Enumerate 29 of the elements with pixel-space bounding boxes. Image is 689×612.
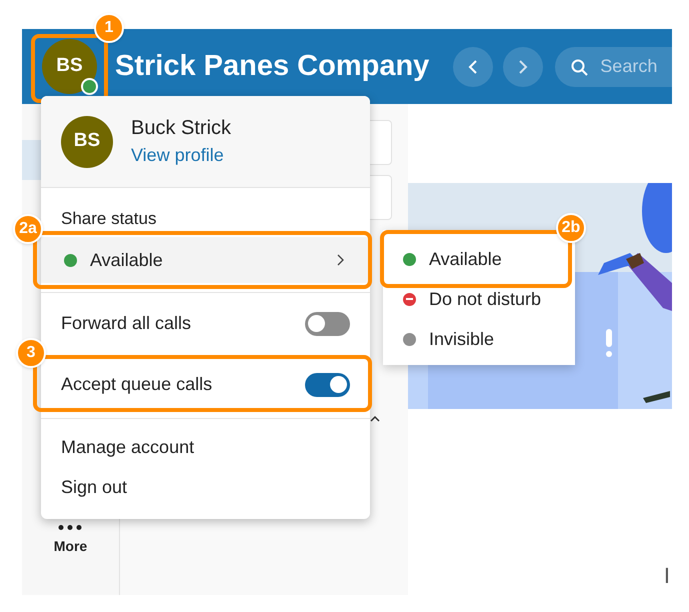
status-option[interactable]: Do not disturb	[383, 279, 575, 319]
status-menu-item[interactable]: Available	[41, 237, 370, 284]
nav-highlight	[22, 140, 41, 180]
section-heading: Share status	[61, 208, 158, 230]
chevron-right-icon	[518, 58, 528, 74]
user-avatar: BS	[61, 116, 113, 168]
user-name: Buck Strick	[131, 116, 232, 142]
toggle-switch[interactable]	[305, 372, 350, 397]
menu-item[interactable]: Manage account	[41, 427, 370, 468]
more-button[interactable]: More	[54, 525, 88, 557]
back-button[interactable]	[453, 46, 494, 86]
view-profile-link[interactable]: View profile	[131, 144, 232, 167]
search-icon	[571, 58, 588, 76]
toggle-label: Accept queue calls	[61, 373, 214, 396]
step-badge: 1	[94, 13, 124, 43]
company-title: Strick Panes Company	[115, 48, 430, 84]
toggle-label: Forward all calls	[61, 312, 192, 336]
content-text: I	[664, 565, 670, 587]
caret-up-icon[interactable]	[370, 415, 380, 422]
forward-button[interactable]	[503, 46, 544, 86]
toggle-switch[interactable]	[305, 312, 350, 336]
status-option[interactable]: Invisible	[383, 319, 575, 359]
step-badge: 2a	[13, 214, 43, 244]
user-avatar[interactable]: BS	[42, 39, 97, 94]
step-badge: 3	[16, 338, 46, 368]
menu-item[interactable]: Sign out	[41, 467, 370, 508]
chevron-right-icon	[337, 254, 344, 266]
chevron-left-icon	[468, 58, 478, 74]
more-icon	[58, 525, 82, 530]
